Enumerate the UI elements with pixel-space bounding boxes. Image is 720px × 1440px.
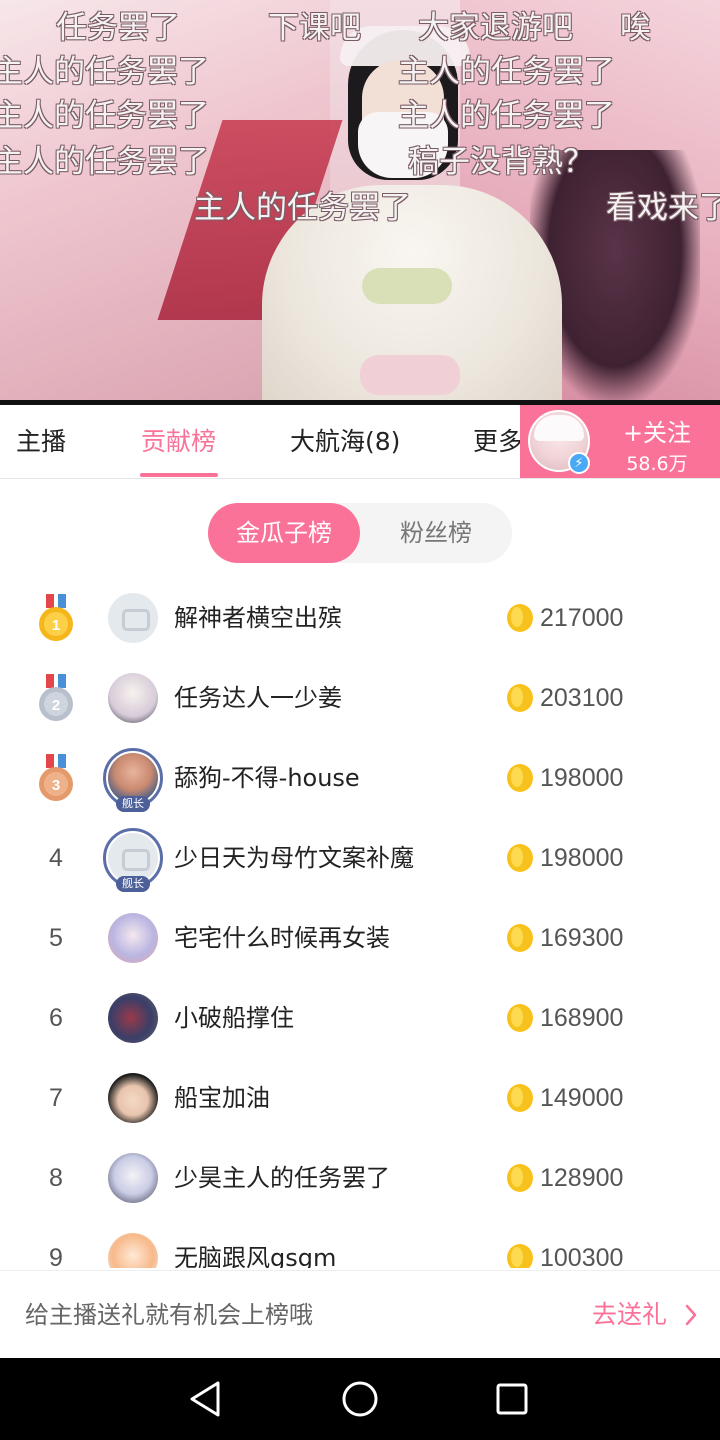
home-icon[interactable] (336, 1375, 384, 1423)
contribution-score: 100300 (540, 1244, 624, 1268)
username[interactable]: 无脑跟风gsgm (174, 1218, 336, 1268)
contribution-score: 203100 (540, 684, 624, 712)
danmaku-comment: 稿子没背熟？ (408, 144, 594, 180)
bronze-medal-icon: 3 (39, 754, 73, 801)
username[interactable]: 任务达人一少姜 (174, 658, 342, 738)
avatar[interactable] (108, 993, 158, 1043)
list-item[interactable]: 6 小破船撑住 168900 (0, 978, 720, 1058)
gold-seed-coin-icon (507, 844, 533, 872)
danmaku-comment: 主人的任务罢了 (194, 190, 411, 226)
contribution-score: 128900 (540, 1164, 624, 1192)
medal-number: 1 (52, 617, 60, 634)
avatar[interactable] (108, 1073, 158, 1123)
send-gift-bar[interactable]: 给主播送礼就有机会上榜哦 去送礼 (0, 1270, 720, 1358)
danmaku-comment: 任务罢了 (56, 10, 180, 46)
list-item[interactable]: 5 宅宅什么时候再女装 169300 (0, 898, 720, 978)
back-icon[interactable] (182, 1375, 230, 1423)
avatar[interactable] (108, 913, 158, 963)
danmaku-comment: 看戏来了 (606, 190, 720, 226)
captain-badge: 舰长 (116, 876, 150, 892)
rank-number: 6 (49, 1004, 63, 1032)
avatar[interactable] (108, 1153, 158, 1203)
username[interactable]: 少日天为母竹文案补魔 (174, 818, 414, 898)
avatar[interactable] (108, 1233, 158, 1268)
gold-seed-coin-icon (507, 684, 533, 712)
danmaku-comment: 主人的任务罢了 (0, 54, 209, 90)
username[interactable]: 舔狗-不得-house (174, 738, 360, 818)
fans-ranking-button[interactable]: 粉丝榜 (360, 503, 512, 563)
danmaku-comment: 主人的任务罢了 (398, 98, 615, 134)
silver-medal-icon: 2 (39, 674, 73, 721)
danmaku-comment: 下课吧 (268, 10, 361, 46)
contribution-ranking-list[interactable]: 1 解神者横空出殡 217000 2 任务达人一少姜 203100 3 舰长 舔… (0, 578, 720, 1268)
medal-number: 2 (52, 697, 60, 714)
system-navigation-bar (0, 1358, 720, 1440)
gold-seed-coin-icon (507, 1084, 533, 1112)
ranking-type-toggle: 金瓜子榜 粉丝榜 (208, 503, 512, 563)
danmaku-comment: 大家退游吧 (418, 10, 573, 46)
username[interactable]: 宅宅什么时候再女装 (174, 898, 390, 978)
gold-seed-coin-icon (507, 1164, 533, 1192)
contribution-score: 168900 (540, 1004, 624, 1032)
gold-seed-coin-icon (507, 764, 533, 792)
list-item[interactable]: 4 舰长 少日天为母竹文案补魔 198000 (0, 818, 720, 898)
tab-contribution[interactable]: 贡献榜 (141, 405, 216, 479)
list-item[interactable]: 3 舰长 舔狗-不得-house 198000 (0, 738, 720, 818)
list-item[interactable]: 9 无脑跟风gsgm 100300 (0, 1218, 720, 1268)
streamer-bow (362, 268, 452, 304)
username[interactable]: 船宝加油 (174, 1058, 270, 1138)
contribution-score: 198000 (540, 764, 624, 792)
active-tab-indicator (140, 473, 218, 477)
captain-badge: 舰长 (116, 796, 150, 812)
danmaku-comment: 主人的任务罢了 (0, 144, 209, 180)
list-item[interactable]: 8 少昊主人的任务罢了 128900 (0, 1138, 720, 1218)
follow-label: +关注 (622, 419, 692, 447)
gold-seed-coin-icon (507, 924, 533, 952)
avatar[interactable] (108, 673, 158, 723)
follower-count: 58.6万 (626, 453, 688, 475)
gold-seed-coin-icon (507, 604, 533, 632)
danmaku-comment: 主人的任务罢了 (398, 54, 615, 90)
rank-number: 8 (49, 1164, 63, 1192)
lightning-verified-icon: ⚡ (568, 452, 590, 474)
tab-more[interactable]: 更多 (473, 405, 523, 479)
rank-number: 5 (49, 924, 63, 952)
gold-seed-coin-icon (507, 1004, 533, 1032)
avatar[interactable] (108, 593, 158, 643)
username[interactable]: 解神者横空出殡 (174, 578, 342, 658)
list-item[interactable]: 2 任务达人一少姜 203100 (0, 658, 720, 738)
rank-number: 4 (49, 844, 63, 872)
tab-anchor[interactable]: 主播 (16, 405, 66, 479)
contribution-score: 217000 (540, 604, 624, 632)
contribution-score: 169300 (540, 924, 624, 952)
streamer-waist-bow (360, 355, 460, 395)
gold-medal-icon: 1 (39, 594, 73, 641)
username[interactable]: 少昊主人的任务罢了 (174, 1138, 390, 1218)
live-video-player[interactable]: 任务罢了 下课吧 大家退游吧 唉 主人的任务罢了 主人的任务罢了 主人的任务罢了… (0, 0, 720, 400)
gift-hint-text: 给主播送礼就有机会上榜哦 (25, 1301, 313, 1329)
medal-number: 3 (52, 777, 60, 794)
recent-apps-icon[interactable] (488, 1375, 536, 1423)
send-gift-link[interactable]: 去送礼 (592, 1271, 667, 1359)
danmaku-comment: 主人的任务罢了 (0, 98, 209, 134)
chevron-right-icon[interactable] (684, 1303, 698, 1327)
danmaku-comment: 唉 (620, 10, 651, 46)
list-item[interactable]: 7 船宝加油 149000 (0, 1058, 720, 1138)
gold-seed-coin-icon (507, 1244, 533, 1268)
username[interactable]: 小破船撑住 (174, 978, 294, 1058)
gold-seeds-ranking-button[interactable]: 金瓜子榜 (208, 503, 360, 563)
follow-button[interactable]: ⚡ +关注 58.6万 (520, 405, 720, 478)
list-item[interactable]: 1 解神者横空出殡 217000 (0, 578, 720, 658)
contribution-score: 198000 (540, 844, 624, 872)
tab-voyage[interactable]: 大航海(8) (290, 405, 400, 479)
rank-number: 7 (49, 1084, 63, 1112)
contribution-score: 149000 (540, 1084, 624, 1112)
rank-number: 9 (49, 1244, 63, 1268)
